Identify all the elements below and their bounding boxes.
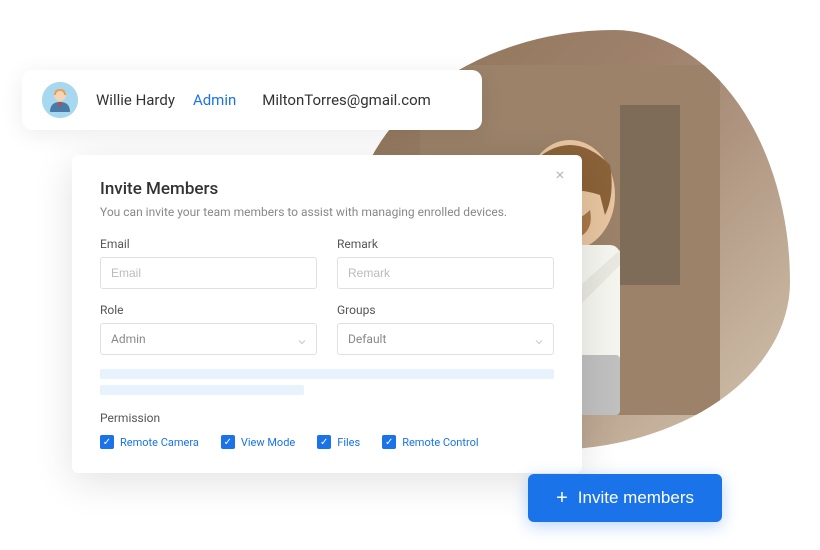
chevron-down-icon: [298, 335, 306, 343]
permission-remote-control[interactable]: ✓ Remote Control: [382, 435, 478, 449]
groups-select[interactable]: Default: [337, 323, 554, 355]
remark-label: Remark: [337, 237, 554, 251]
groups-select-value: Default: [348, 332, 386, 346]
permission-view-mode[interactable]: ✓ View Mode: [221, 435, 295, 449]
chevron-down-icon: [535, 335, 543, 343]
user-info-card: Willie Hardy Admin MiltonTorres@gmail.co…: [22, 70, 482, 130]
permission-text: View Mode: [241, 436, 295, 449]
permission-files[interactable]: ✓ Files: [317, 435, 360, 449]
role-select-value: Admin: [111, 332, 146, 346]
checkbox-checked-icon: ✓: [317, 435, 331, 449]
remark-field[interactable]: [337, 257, 554, 289]
role-label: Role: [100, 303, 317, 317]
role-select[interactable]: Admin: [100, 323, 317, 355]
plus-icon: +: [556, 488, 568, 508]
permission-text: Remote Control: [402, 436, 478, 449]
checkbox-checked-icon: ✓: [221, 435, 235, 449]
groups-label: Groups: [337, 303, 554, 317]
checkbox-checked-icon: ✓: [100, 435, 114, 449]
invite-members-button[interactable]: + Invite members: [528, 474, 722, 522]
permission-list: ✓ Remote Camera ✓ View Mode ✓ Files ✓ Re…: [100, 435, 554, 449]
permission-text: Files: [337, 436, 360, 449]
close-icon[interactable]: ×: [552, 167, 568, 183]
modal-subtitle: You can invite your team members to assi…: [100, 205, 554, 219]
invite-button-label: Invite members: [578, 488, 694, 508]
user-email: MiltonTorres@gmail.com: [262, 91, 431, 109]
user-role-badge: Admin: [193, 91, 236, 109]
permission-label: Permission: [100, 411, 554, 425]
user-name: Willie Hardy: [96, 91, 175, 109]
placeholder-bars: [100, 369, 554, 395]
modal-title: Invite Members: [100, 179, 554, 199]
invite-members-modal: × Invite Members You can invite your tea…: [72, 155, 582, 473]
permission-remote-camera[interactable]: ✓ Remote Camera: [100, 435, 199, 449]
email-label: Email: [100, 237, 317, 251]
permission-text: Remote Camera: [120, 436, 199, 449]
avatar: [42, 82, 78, 118]
checkbox-checked-icon: ✓: [382, 435, 396, 449]
email-field[interactable]: [100, 257, 317, 289]
